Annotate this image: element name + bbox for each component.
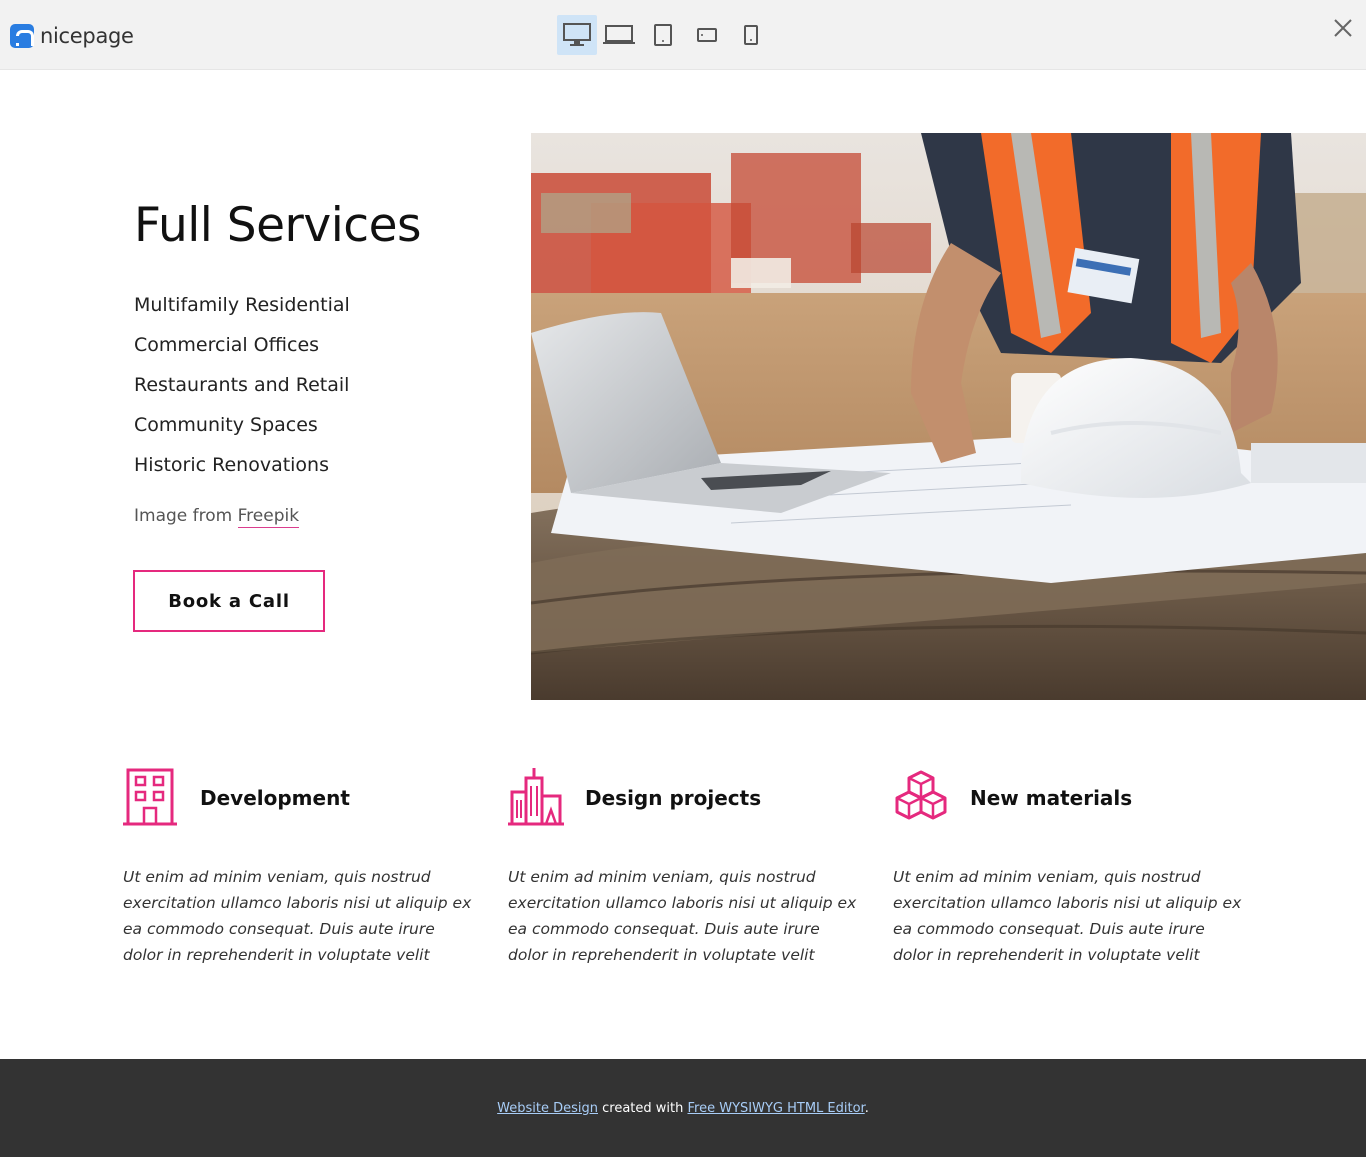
device-phone-landscape-button[interactable] (685, 15, 729, 55)
hero-title: Full Services (134, 198, 422, 253)
freepik-link[interactable]: Freepik (237, 506, 300, 528)
feature-title: Design projects (585, 786, 762, 810)
nicepage-logo[interactable]: nicepage (10, 24, 134, 48)
phone-portrait-icon (744, 25, 758, 45)
building-icon (123, 768, 177, 826)
html-editor-link[interactable]: Free WYSIWYG HTML Editor (688, 1101, 865, 1116)
tablet-icon (654, 24, 672, 46)
book-a-call-button[interactable]: Book a Call (133, 570, 325, 632)
preview-toolbar: nicepage (0, 0, 1366, 70)
service-item: Multifamily Residential (134, 294, 350, 316)
feature-text: Ut enim ad minim veniam, quis nostrud ex… (123, 868, 472, 964)
laptop-icon (603, 25, 635, 44)
hero-image (531, 133, 1366, 700)
close-preview-button[interactable] (1333, 18, 1353, 38)
device-desktop-button[interactable] (557, 15, 597, 55)
logo-text: nicepage (40, 24, 134, 48)
cubes-icon (895, 770, 947, 820)
device-laptop-button[interactable] (597, 15, 641, 55)
feature-title: New materials (970, 786, 1133, 810)
footer-middle-text: created with (598, 1100, 688, 1116)
feature-title: Development (200, 786, 350, 810)
image-credit: Image from Freepik (134, 506, 300, 528)
device-switcher (557, 15, 773, 55)
nicepage-logo-icon (10, 24, 34, 48)
footer-text: Website Design created with Free WYSIWYG… (497, 1101, 869, 1116)
phone-landscape-icon (697, 28, 717, 42)
city-buildings-icon (508, 768, 564, 826)
footer: Website Design created with Free WYSIWYG… (0, 1059, 1366, 1157)
feature-text: Ut enim ad minim veniam, quis nostrud ex… (893, 868, 1242, 964)
close-icon (1334, 19, 1352, 37)
service-item: Community Spaces (134, 414, 318, 436)
construction-worker-photo (531, 133, 1366, 700)
service-item: Restaurants and Retail (134, 374, 350, 396)
website-design-link[interactable]: Website Design (497, 1101, 598, 1116)
image-credit-text: Image from (134, 506, 238, 526)
footer-end-text: . (864, 1100, 869, 1116)
services-list: Multifamily Residential Commercial Offic… (134, 292, 350, 492)
service-item: Commercial Offices (134, 334, 320, 356)
feature-text: Ut enim ad minim veniam, quis nostrud ex… (508, 868, 857, 964)
desktop-icon (563, 23, 591, 46)
device-phone-portrait-button[interactable] (729, 15, 773, 55)
device-tablet-button[interactable] (641, 15, 685, 55)
service-item: Historic Renovations (134, 454, 330, 476)
